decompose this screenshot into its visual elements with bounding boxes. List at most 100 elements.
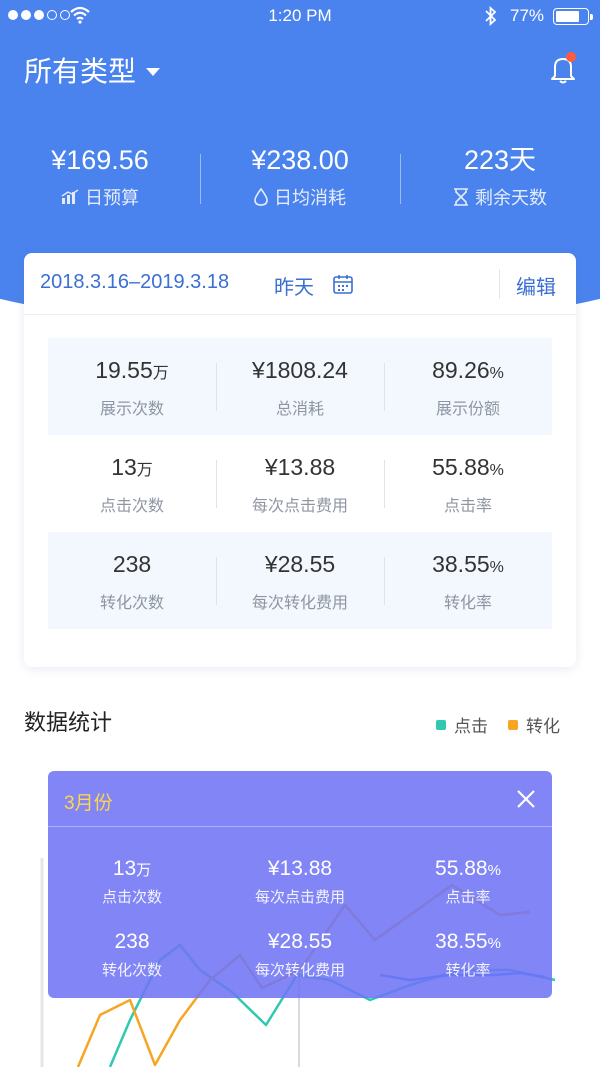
legend-item-clicks[interactable]: 点击	[436, 712, 488, 737]
metrics-grid: 19.55万 展示次数 ¥1808.24 总消耗 89.26% 展示份额 13万…	[48, 338, 552, 629]
tooltip-unit: 万	[136, 862, 152, 879]
type-selector[interactable]: 所有类型	[24, 50, 161, 90]
metric-unit: %	[489, 558, 504, 576]
metric-value: ¥13.88	[264, 453, 336, 480]
chart-legend: 点击 转化	[436, 712, 560, 737]
metric-value: 55.88	[432, 453, 490, 480]
tooltip-label: 每次点击费用	[254, 889, 345, 906]
metric-conversions: 238 转化次数	[48, 549, 216, 613]
metric-total-cost: ¥1808.24 总消耗	[216, 355, 384, 419]
tooltip-divider	[48, 826, 552, 827]
metric-value: 13	[111, 453, 137, 480]
period-label[interactable]: 昨天	[274, 271, 314, 300]
tooltip-value: ¥28.55	[267, 930, 333, 953]
section-title: 数据统计	[24, 710, 113, 735]
tooltip-row: 13万 点击次数 ¥13.88 每次点击费用 55.88% 点击率	[48, 856, 552, 907]
tooltip-unit: %	[487, 935, 501, 952]
kpi-value: ¥169.56	[51, 145, 149, 175]
kpi-daily-spend: ¥238.00 日均消耗	[200, 140, 400, 210]
metric-clicks: 13万 点击次数	[48, 452, 216, 516]
close-icon[interactable]	[516, 789, 536, 809]
metric-impressions: 19.55万 展示次数	[48, 355, 216, 419]
metrics-row: 19.55万 展示次数 ¥1808.24 总消耗 89.26% 展示份额	[48, 338, 552, 435]
battery-icon	[553, 8, 593, 25]
tooltip-cost-per-conversion: ¥28.55 每次转化费用	[216, 929, 384, 980]
tooltip-value: ¥13.88	[267, 857, 333, 880]
metric-value: 238	[112, 550, 152, 577]
metric-label: 展示份额	[435, 400, 500, 418]
legend-swatch	[508, 719, 518, 730]
kpi-daily-budget: ¥169.56 日预算	[0, 140, 200, 210]
tooltip-title: 3月份	[64, 793, 113, 814]
tooltip-label: 点击率	[445, 889, 491, 906]
metric-value: 38.55	[432, 550, 490, 577]
legend-label: 点击	[454, 717, 488, 736]
metric-cost-per-click: ¥13.88 每次点击费用	[216, 452, 384, 516]
legend-label: 转化	[526, 717, 560, 736]
kpi-label: 日均消耗	[274, 188, 346, 208]
kpi-label: 日预算	[85, 188, 139, 208]
kpi-label: 剩余天数	[475, 188, 547, 208]
tooltip-label: 点击次数	[101, 889, 162, 906]
kpi-value: 223天	[463, 145, 537, 175]
battery-percent: 77%	[510, 6, 545, 25]
metric-label: 转化率	[443, 594, 492, 612]
divider	[499, 269, 500, 299]
metric-label: 转化次数	[99, 594, 164, 612]
metric-value: 89.26	[432, 356, 490, 383]
drop-icon	[254, 188, 268, 206]
metric-unit: %	[489, 364, 504, 382]
metric-label: 展示次数	[99, 400, 164, 418]
tooltip-unit: %	[487, 862, 501, 879]
metric-cost-per-conversion: ¥28.55 每次转化费用	[216, 549, 384, 613]
metric-label: 点击次数	[99, 497, 164, 515]
legend-swatch	[436, 719, 446, 730]
tooltip-row: 238 转化次数 ¥28.55 每次转化费用 38.55% 转化率	[48, 929, 552, 980]
metric-label: 每次转化费用	[251, 594, 348, 612]
calendar-icon[interactable]	[332, 273, 354, 295]
metric-value: ¥28.55	[264, 550, 336, 577]
tooltip-value: 238	[114, 930, 150, 953]
legend-item-conversions[interactable]: 转化	[508, 712, 560, 737]
bluetooth-icon	[485, 6, 497, 26]
metric-label: 点击率	[443, 497, 492, 515]
dropdown-caret-icon	[146, 68, 161, 76]
date-filter-bar: 2018.3.16–2019.3.18 昨天 编辑	[24, 253, 576, 315]
kpi-value: ¥238.00	[251, 145, 349, 175]
date-range[interactable]: 2018.3.16–2019.3.18	[40, 271, 229, 294]
metric-value: 19.55	[95, 356, 153, 383]
tooltip-value: 38.55	[435, 930, 488, 953]
metric-value: ¥1808.24	[252, 356, 348, 383]
hourglass-icon	[454, 188, 468, 206]
metrics-card: 2018.3.16–2019.3.18 昨天 编辑 19.55万 展示次数 ¥1…	[24, 253, 576, 667]
chart-icon	[61, 189, 79, 204]
metric-click-rate: 55.88% 点击率	[384, 452, 552, 516]
edit-button[interactable]: 编辑	[516, 271, 556, 300]
tooltip-value: 55.88	[435, 857, 488, 880]
status-bar: 1:20 PM 77%	[0, 0, 600, 32]
metrics-row: 238 转化次数 ¥28.55 每次转化费用 38.55% 转化率	[48, 532, 552, 629]
notification-dot	[566, 52, 576, 62]
type-selector-label: 所有类型	[24, 56, 137, 87]
metrics-row: 13万 点击次数 ¥13.88 每次点击费用 55.88% 点击率	[48, 435, 552, 532]
metric-unit: %	[489, 461, 504, 479]
tooltip-conversions: 238 转化次数	[48, 929, 216, 980]
kpi-days-left: 223天 剩余天数	[400, 140, 600, 210]
metric-conversion-rate: 38.55% 转化率	[384, 549, 552, 613]
tooltip-label: 转化次数	[101, 962, 162, 979]
metric-label: 总消耗	[275, 400, 324, 418]
tooltip-value: 13	[112, 857, 137, 880]
tooltip-clicks: 13万 点击次数	[48, 856, 216, 907]
kpi-summary: ¥169.56 日预算 ¥238.00 日均消耗 223天 剩余天数	[0, 140, 600, 210]
metric-label: 每次点击费用	[251, 497, 348, 515]
tooltip-conversion-rate: 38.55% 转化率	[384, 929, 552, 980]
app-screen: 1:20 PM 77% 所有类型 ¥169.56 日预算 ¥238.00 日均消…	[0, 0, 600, 1067]
tooltip-click-rate: 55.88% 点击率	[384, 856, 552, 907]
metric-unit: 万	[152, 364, 169, 382]
metric-unit: 万	[136, 461, 153, 479]
tooltip-label: 每次转化费用	[254, 962, 345, 979]
chart-tooltip: 3月份 13万 点击次数 ¥13.88 每次点击费用 55.88% 点击率 23…	[48, 771, 552, 998]
tooltip-cost-per-click: ¥13.88 每次点击费用	[216, 856, 384, 907]
tooltip-label: 转化率	[445, 962, 491, 979]
metric-impression-share: 89.26% 展示份额	[384, 355, 552, 419]
